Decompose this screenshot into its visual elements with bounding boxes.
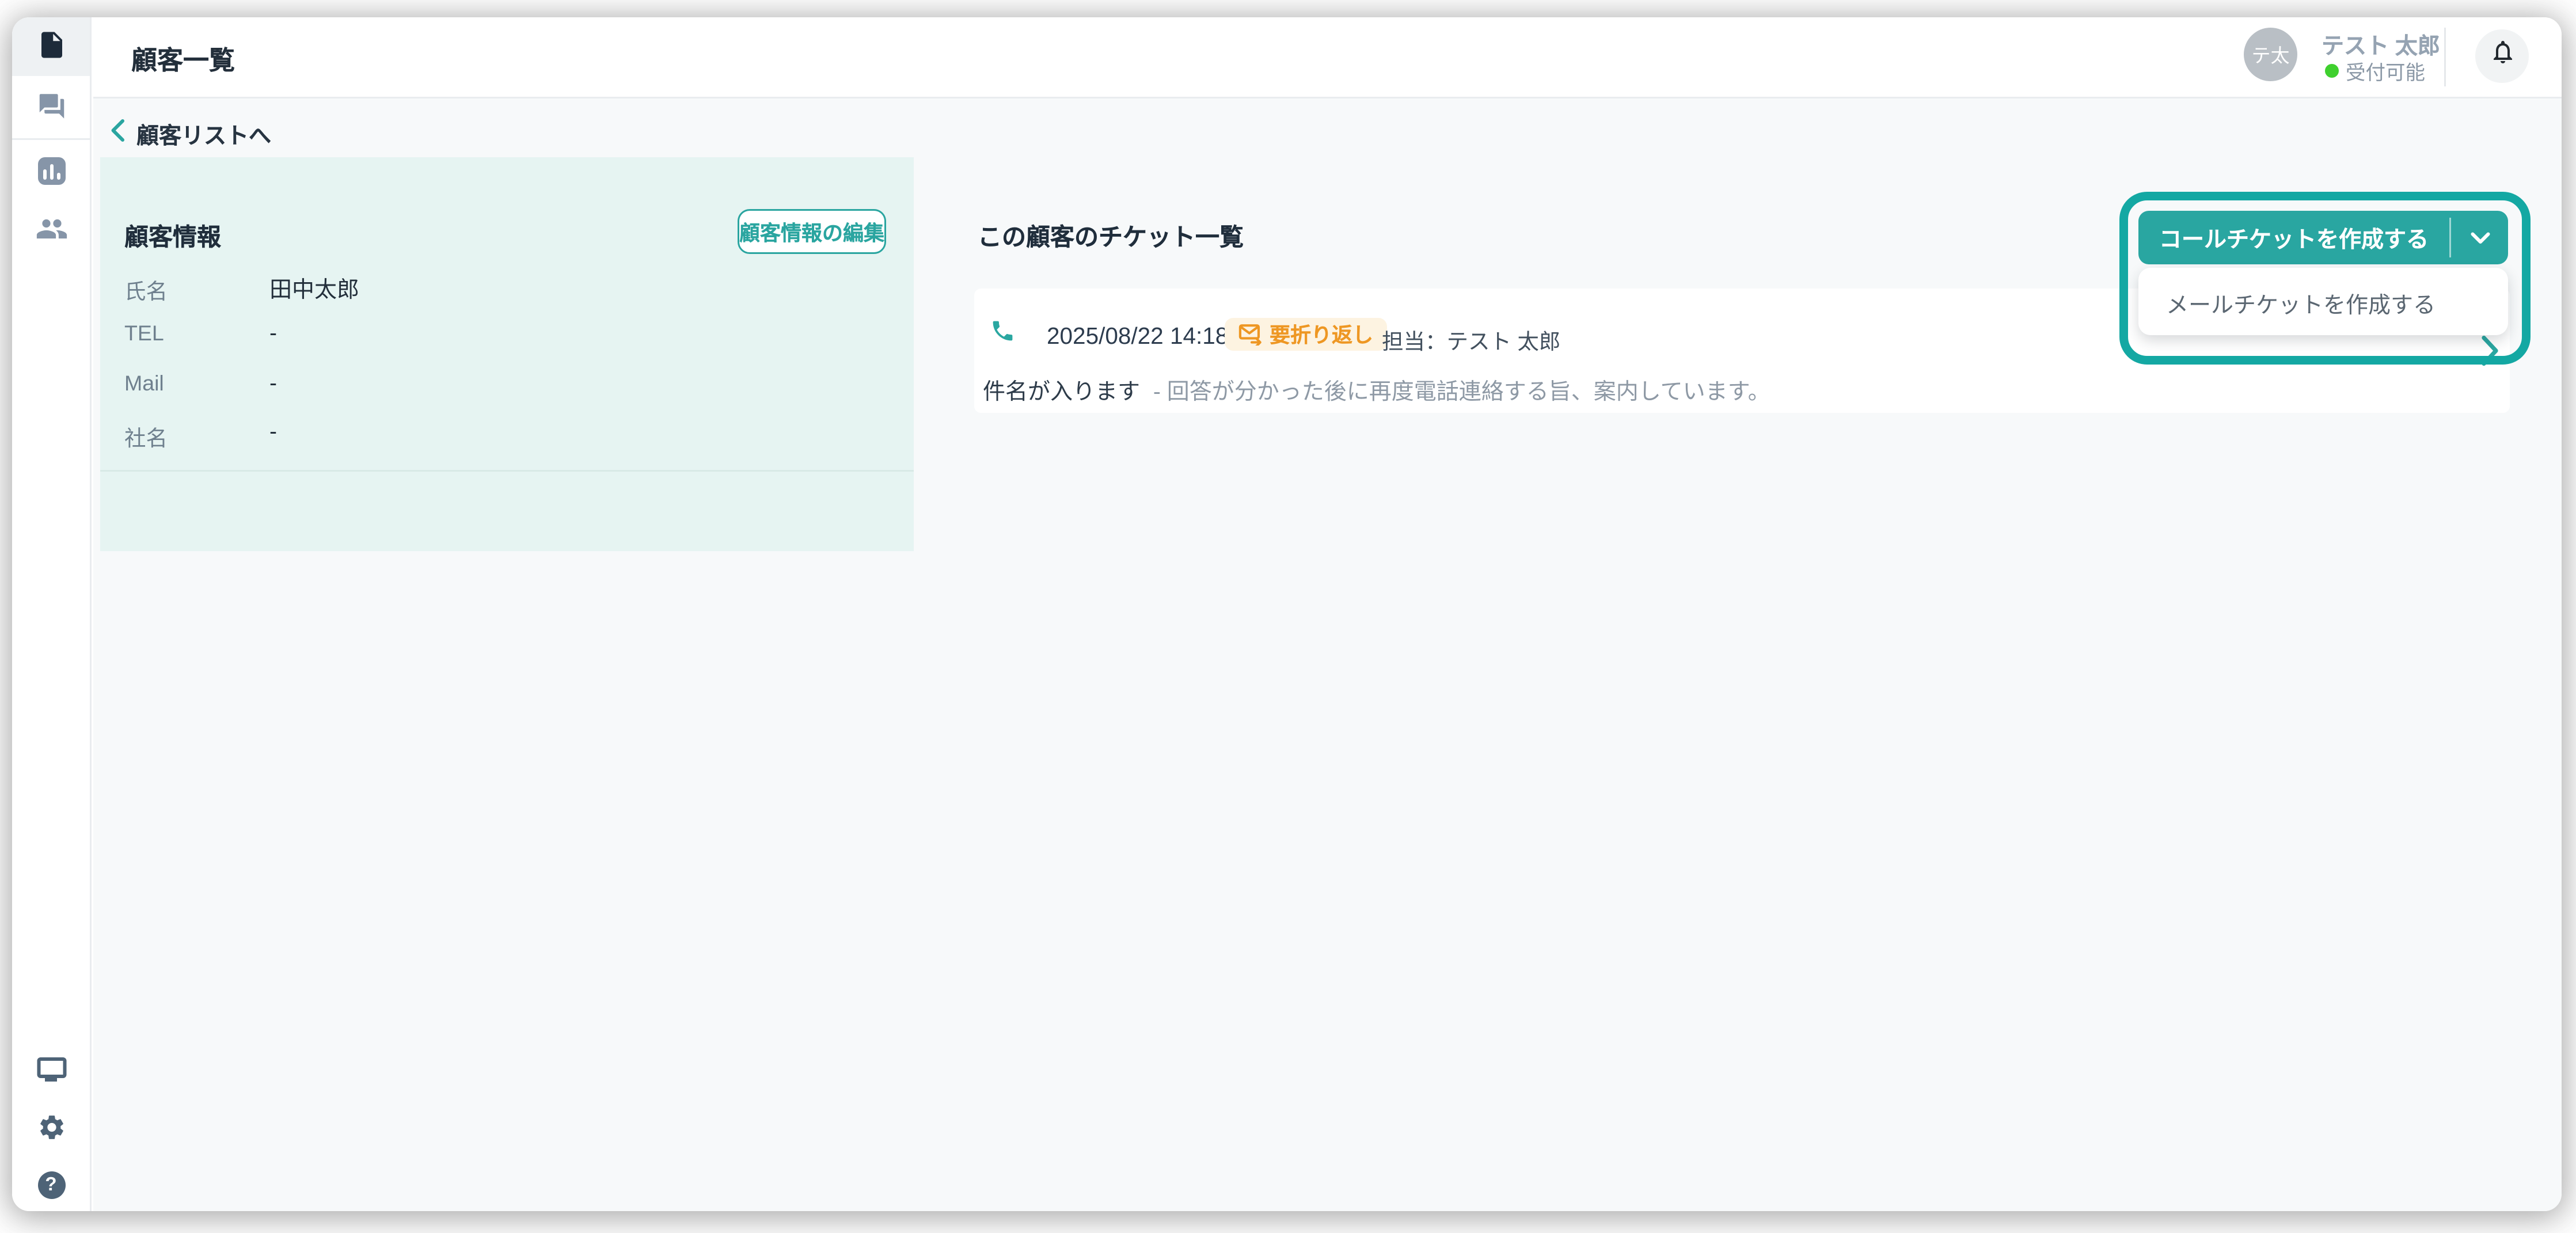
field-value-name: 田中太郎 [269,271,359,304]
field-value-company: - [269,418,277,444]
ticket-assignee: 担当：テスト 太郎 [1382,323,1560,356]
create-call-ticket-label[interactable]: コールチケットを作成する [2138,211,2449,264]
breadcrumb-label: 顧客リストへ [136,117,271,150]
create-ticket-dropdown-menu: メールチケットを作成する [2138,268,2508,335]
create-call-ticket-button[interactable]: コールチケットを作成する [2138,211,2508,264]
notification-button[interactable] [2475,29,2529,83]
bar-chart-icon [37,157,65,185]
settings-gear-icon [36,1113,66,1151]
avatar[interactable]: テ太 [2244,28,2297,81]
chevron-left-icon [111,119,124,150]
callback-badge-label: 要折り返し [1270,320,1373,349]
status-dot [2325,64,2339,78]
sidebar-item-chat[interactable] [36,92,66,130]
app-window: ? 顧客一覧 テ太 テスト 太郎 受付可能 顧客リストへ [12,17,2562,1211]
field-label-company: 社名 [124,420,168,453]
breadcrumb-back-link[interactable]: 顧客リストへ [111,117,271,150]
monitor-icon [36,1057,66,1078]
bell-icon [2488,38,2516,74]
create-mail-ticket-item[interactable]: メールチケットを作成する [2166,287,2436,320]
sidebar-group-divider [12,138,90,140]
topbar: 顧客一覧 テ太 テスト 太郎 受付可能 [93,17,2562,98]
tickets-heading: この顧客のチケット一覧 [978,219,1244,254]
chevron-down-icon [2469,222,2490,253]
user-name: テスト 太郎 [2322,28,2440,60]
sidebar-item-customers[interactable] [36,29,67,69]
ticket-datetime: 2025/08/22 14:18 [1047,323,1228,349]
phone-icon [990,318,1016,352]
status-label: 受付可能 [2346,59,2425,86]
page-title: 顧客一覧 [131,41,235,78]
sidebar-item-contacts[interactable] [35,213,67,254]
customer-info-panel: 顧客情報 顧客情報の編集 氏名 田中太郎 TEL - Mail - 社名 - [100,157,914,551]
people-icon [35,213,67,254]
ticket-subject: 件名が入ります - 回答が分かった後に再度電話連絡する旨、案内しています。 [983,373,1770,406]
field-label-tel: TEL [124,321,164,346]
field-label-name: 氏名 [124,273,168,306]
sidebar-item-analytics[interactable] [37,157,65,185]
sidebar-item-workspace[interactable] [36,1057,66,1078]
field-label-mail: Mail [124,371,164,396]
callback-badge: 要折り返し [1225,318,1387,351]
sidebar-item-help[interactable]: ? [37,1171,65,1199]
help-icon: ? [37,1171,65,1199]
mail-forward-icon [1238,323,1263,346]
document-icon [36,29,67,69]
sidebar: ? [12,17,92,1211]
dropdown-toggle[interactable] [2451,211,2508,264]
field-value-tel: - [269,320,277,346]
customer-info-title: 顧客情報 [124,219,221,254]
ticket-subject-title: 件名が入ります [983,378,1140,404]
edit-customer-button[interactable]: 顧客情報の編集 [738,209,886,254]
chevron-right-icon[interactable] [2480,335,2499,375]
sidebar-item-settings[interactable] [36,1113,66,1151]
topbar-divider [2444,28,2446,86]
field-value-mail: - [269,370,277,396]
ticket-subject-detail: - 回答が分かった後に再度電話連絡する旨、案内しています。 [1153,378,1770,404]
chat-icon [36,92,66,130]
panel-divider [100,470,914,472]
